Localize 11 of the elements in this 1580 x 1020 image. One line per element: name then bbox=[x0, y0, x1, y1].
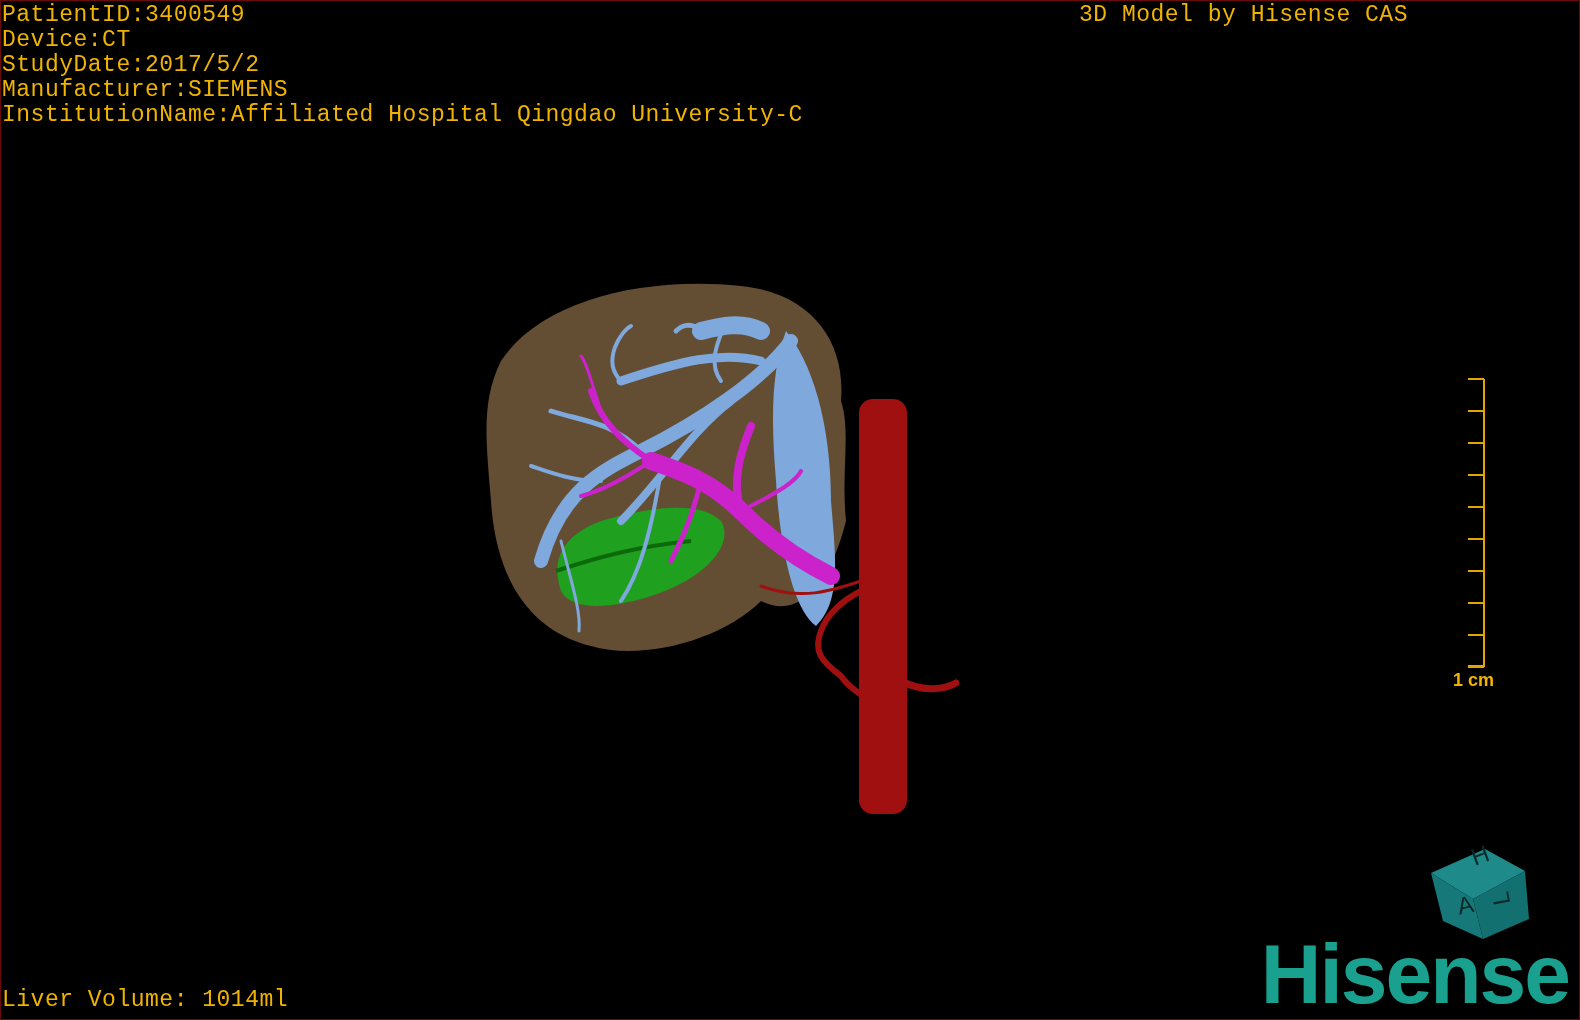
patient-info-text: StudyDate:2017/5/2 bbox=[2, 53, 261, 78]
liver-volume-text: Liver Volume: 1014ml bbox=[2, 988, 289, 1013]
patient-info-text: PatientID:3400549 bbox=[2, 3, 247, 28]
patient-info-text: Manufacturer:SIEMENS bbox=[2, 78, 290, 103]
cube-face-letter: H bbox=[1467, 841, 1493, 871]
cube-face-letter: L bbox=[1486, 889, 1516, 908]
patient-info-text: InstitutionName:Affiliated Hospital Qingdao University-C bbox=[2, 103, 803, 128]
patient-info-text: Device:CT bbox=[2, 28, 132, 53]
cube-face-letter: A bbox=[1454, 889, 1476, 920]
scale-label: 1 cm bbox=[1453, 670, 1495, 690]
viewer-title: 3D Model by Hisense CAS bbox=[1079, 3, 1408, 28]
